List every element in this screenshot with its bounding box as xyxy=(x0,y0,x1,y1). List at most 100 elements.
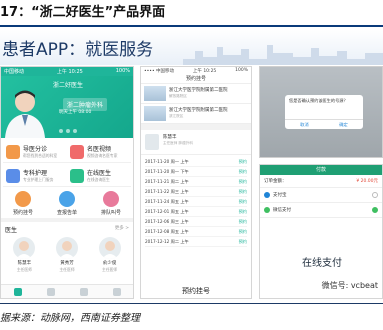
book-button[interactable]: 预约 xyxy=(239,239,247,245)
banner: 患者APP：就医服务 xyxy=(0,29,383,65)
hospital-row[interactable]: 浙江大学医学院附属第二医院 滨江院区 xyxy=(141,104,251,124)
amount-value: ¥ 20.00元 xyxy=(356,179,378,184)
slot-date: 2017-12-06 周三 上午 xyxy=(145,218,189,224)
book-button[interactable]: 预约 xyxy=(239,169,247,175)
book-button[interactable]: 预约 xyxy=(239,219,247,225)
message-tab-icon[interactable] xyxy=(46,287,55,296)
tile-label: 专科护理 xyxy=(23,170,48,177)
radio-wechat[interactable] xyxy=(372,207,378,213)
quick-label: 排队叫号 xyxy=(100,210,121,216)
quick-label: 查报告单 xyxy=(56,210,77,216)
booking-screen: •••• 中国移动 上午 10:25 100% 预约挂号 浙江大学医学院附属第二… xyxy=(140,66,252,299)
pay-option-alipay[interactable]: 支付宝 xyxy=(260,188,382,203)
doctor-summary: 陈慧丰 主任医师 肿瘤外科 xyxy=(141,130,251,155)
confirm-button[interactable]: 确定 xyxy=(324,120,363,129)
slot-date: 2017-11-20 周一 上午 xyxy=(145,158,189,164)
doctor-list: 陈慧丰 主任医师 黄秀芳 主任医师 俞少俊 主任医师 xyxy=(1,237,133,273)
tile-sub: 在线咨询医生 xyxy=(87,177,110,182)
slot-date: 2017-11-21 周二 上午 xyxy=(145,178,189,184)
tab-bar xyxy=(1,284,133,298)
report-icon xyxy=(58,191,75,207)
slot-row[interactable]: 2017-12-06 周三 上午 预约 xyxy=(145,217,247,227)
tile-triage[interactable]: 导医分诊 帮您找到合适的科室 xyxy=(3,141,67,163)
hospital-name: 浙江大学医学院附属第二医院 xyxy=(169,88,228,93)
home-tab-icon[interactable] xyxy=(13,287,22,296)
doctor-name: 陈慧丰 xyxy=(17,261,32,266)
service-grid: 导医分诊 帮您找到合适的科室 名医视频 视频咨询名医专家 专科护理 专业护理上门… xyxy=(1,138,133,187)
slot-row[interactable]: 2017-11-22 周三 上午 预约 xyxy=(145,187,247,197)
slot-list: 2017-11-20 周一 上午 预约 2017-11-20 周一 下午 预约 20… xyxy=(141,155,251,249)
book-button[interactable]: 预约 xyxy=(239,189,247,195)
watermark: 微信号: vcbeat xyxy=(319,279,380,292)
screen-caption: 预约挂号 xyxy=(182,287,210,295)
slot-row[interactable]: 2017-12-08 周五 上午 预约 xyxy=(145,227,247,237)
tile-label: 名医视频 xyxy=(87,146,112,153)
doctor-card[interactable]: 陈慧丰 主任医师 xyxy=(13,237,36,273)
status-time: 上午 10:25 xyxy=(56,69,83,75)
nursing-icon xyxy=(6,168,20,183)
hero-banner[interactable]: 浙二好医生 浙二肿瘤外科 明天上午 08:00 xyxy=(1,76,133,138)
slot-date: 2017-11-24 周五 上午 xyxy=(145,198,189,204)
pay-online-button[interactable]: 在线支付 xyxy=(272,253,372,275)
payment-title: 付款 xyxy=(260,165,382,175)
dialog-actions: 取消 确定 xyxy=(285,119,363,129)
record-tab-icon[interactable] xyxy=(79,287,88,296)
quick-register[interactable]: 预约挂号 xyxy=(13,191,33,216)
slot-date: 2017-12-01 周五 上午 xyxy=(145,208,189,214)
quick-report[interactable]: 查报告单 xyxy=(57,191,77,216)
title-rule xyxy=(0,25,383,27)
doctor-name: 陈慧丰 xyxy=(163,135,177,140)
city-skyline-graphic xyxy=(183,45,383,65)
doctor-card[interactable]: 黄秀芳 主任医师 xyxy=(55,237,78,273)
book-button[interactable]: 预约 xyxy=(239,159,247,165)
book-button[interactable]: 预约 xyxy=(239,229,247,235)
slot-row[interactable]: 2017-12-12 周二 上午 预约 xyxy=(145,237,247,247)
tile-sub: 专业护理上门服务 xyxy=(23,177,54,182)
figure-title: 17：“浙二好医生”产品界面 xyxy=(0,5,166,20)
source-note: 据来源：动脉网，西南证券整理 xyxy=(0,313,140,324)
tile-online-doctor[interactable]: 在线医生 在线咨询医生 xyxy=(67,165,131,187)
slot-row[interactable]: 2017-11-21 周二 上午 预约 xyxy=(145,177,247,187)
doctor-card[interactable]: 俞少俊 主任医师 xyxy=(98,237,121,273)
more-link[interactable]: 更多 > xyxy=(115,225,129,234)
tile-video[interactable]: 名医视频 视频咨询名医专家 xyxy=(67,141,131,163)
book-button[interactable]: 预约 xyxy=(239,209,247,215)
carousel-dots[interactable] xyxy=(59,129,77,133)
slot-date: 2017-11-22 周三 上午 xyxy=(145,188,189,194)
pay-option-wechat[interactable]: 微信支付 xyxy=(260,203,382,218)
amount-row: 订单金额： ¥ 20.00元 xyxy=(260,175,382,188)
doctor-title: 主任医师 xyxy=(59,267,75,272)
doctor-title: 主任医师 xyxy=(102,267,118,272)
slot-row[interactable]: 2017-11-24 周五 上午 预约 xyxy=(145,197,247,207)
slot-row[interactable]: 2017-11-20 周一 上午 预约 xyxy=(145,157,247,167)
tile-nursing[interactable]: 专科护理 专业护理上门服务 xyxy=(3,165,67,187)
doctor-name: 俞少俊 xyxy=(102,261,117,266)
radio-alipay[interactable] xyxy=(372,192,378,198)
battery-label: 100% xyxy=(115,68,130,74)
doctor-title: 主任医师 xyxy=(16,267,32,272)
slot-row[interactable]: 2017-12-01 周五 上午 预约 xyxy=(145,207,247,217)
cancel-button[interactable]: 取消 xyxy=(285,120,324,129)
doctor-name: 黄秀芳 xyxy=(60,261,74,266)
avatar xyxy=(13,237,36,259)
status-bar: •••• 中国移动 上午 10:25 100% xyxy=(141,67,251,75)
hospital-campus: 滨江院区 xyxy=(169,114,184,118)
hospital-row[interactable]: 浙江大学医学院附属第二医院 解放路院区 xyxy=(141,84,251,104)
slot-row[interactable]: 2017-11-20 周一 下午 预约 xyxy=(145,167,247,177)
tile-sub: 帮您找到合适的科室 xyxy=(23,153,58,158)
carrier-label: 中国移动 xyxy=(4,69,25,75)
profile-tab-icon[interactable] xyxy=(112,287,121,296)
quick-queue[interactable]: 排队叫号 xyxy=(101,191,121,216)
amount-label: 订单金额： xyxy=(264,179,287,184)
avatar xyxy=(55,237,78,259)
book-button[interactable]: 预约 xyxy=(239,179,247,185)
quick-label: 预约挂号 xyxy=(12,210,33,216)
avatar xyxy=(98,237,121,259)
nav-title: 预约挂号 xyxy=(141,75,251,84)
status-time: 上午 10:25 xyxy=(192,69,217,74)
book-button[interactable]: 预约 xyxy=(239,199,247,205)
slot-date: 2017-11-20 周一 下午 xyxy=(145,168,189,174)
doctor-photo xyxy=(5,90,45,138)
hospital-image xyxy=(144,106,166,121)
hero-detail: 明天上午 08:00 xyxy=(59,110,92,115)
